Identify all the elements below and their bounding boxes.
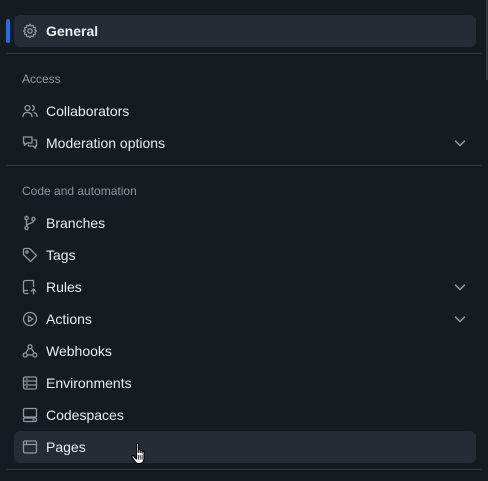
sidebar-item-tags[interactable]: Tags	[14, 239, 476, 271]
chevron-down-icon[interactable]	[452, 311, 468, 327]
server-icon	[22, 375, 38, 391]
sidebar-item-label: Branches	[46, 215, 106, 231]
chevron-down-icon[interactable]	[452, 279, 468, 295]
active-indicator	[6, 19, 10, 43]
sidebar-item-label: Moderation options	[46, 135, 166, 151]
gear-icon	[22, 23, 38, 39]
sidebar-item-environments[interactable]: Environments	[14, 367, 476, 399]
section-heading-access: Access	[22, 72, 61, 86]
sidebar-item-pages[interactable]: Pages	[14, 431, 476, 463]
sidebar-item-label: Codespaces	[46, 407, 124, 423]
sidebar-item-label: Collaborators	[46, 103, 130, 119]
git-branch-icon	[22, 215, 38, 231]
sidebar-item-label: Rules	[46, 279, 82, 295]
divider	[6, 469, 482, 470]
codespaces-icon	[22, 407, 38, 423]
sidebar-item-codespaces[interactable]: Codespaces	[14, 399, 476, 431]
tag-icon	[22, 247, 38, 263]
sidebar-item-webhooks[interactable]: Webhooks	[14, 335, 476, 367]
sidebar-item-collaborators[interactable]: Collaborators	[14, 95, 476, 127]
webhook-icon	[22, 343, 38, 359]
play-icon	[22, 311, 38, 327]
sidebar-item-general-label: General	[46, 23, 99, 39]
chevron-down-icon[interactable]	[452, 135, 468, 151]
sidebar-item-general[interactable]: General	[14, 15, 476, 47]
divider	[6, 53, 482, 54]
browser-icon	[22, 439, 38, 455]
divider	[6, 165, 482, 166]
sidebar-item-moderation-options[interactable]: Moderation options	[14, 127, 476, 159]
sidebar-item-rules[interactable]: Rules	[14, 271, 476, 303]
sidebar-item-label: Pages	[46, 439, 86, 455]
sidebar-item-label: Actions	[46, 311, 92, 327]
comment-discussion-icon	[22, 135, 38, 151]
section-heading-code-and-automation: Code and automation	[22, 184, 137, 198]
sidebar-item-branches[interactable]: Branches	[14, 207, 476, 239]
sidebar-item-label: Webhooks	[46, 343, 112, 359]
people-icon	[22, 103, 38, 119]
sidebar-item-label: Environments	[46, 375, 132, 391]
sidebar-item-actions[interactable]: Actions	[14, 303, 476, 335]
settings-sidebar: General Access Collaborators Moderation …	[0, 0, 488, 481]
repo-push-icon	[22, 279, 38, 295]
sidebar-item-label: Tags	[46, 247, 76, 263]
hand-pointer-cursor-icon	[131, 442, 145, 465]
